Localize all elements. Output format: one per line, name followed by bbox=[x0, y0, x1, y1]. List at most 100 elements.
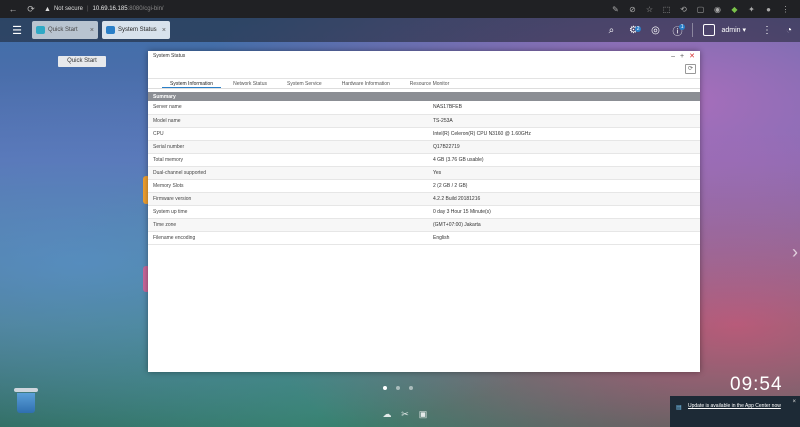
tab-quick-start[interactable]: Quick Start × bbox=[32, 21, 98, 39]
cloud-icon[interactable]: ☁ bbox=[378, 409, 396, 420]
page-dot[interactable] bbox=[409, 386, 413, 390]
row-label: Model name bbox=[148, 114, 428, 128]
table-row: Model name TS-253A bbox=[148, 114, 700, 128]
profile-icon[interactable]: ● bbox=[760, 5, 777, 14]
tab-system-service[interactable]: System Service bbox=[279, 79, 330, 88]
next-page-arrow-icon[interactable]: › bbox=[792, 242, 798, 263]
close-icon[interactable]: ✕ bbox=[689, 53, 695, 60]
display-icon[interactable]: ▣ bbox=[414, 409, 432, 420]
table-row: System up time 0 day 3 Hour 15 Minute(s) bbox=[148, 205, 700, 219]
system-status-window: System Status – + ✕ ⟳ System Information… bbox=[148, 51, 700, 372]
background-tasks-icon[interactable]: ⚙ 2 bbox=[622, 25, 644, 36]
window-titlebar[interactable]: System Status – + ✕ bbox=[148, 51, 700, 61]
reload-icon[interactable]: ⟳ bbox=[22, 4, 40, 15]
main-menu-icon[interactable]: ☰ bbox=[6, 24, 28, 37]
row-label: Time zone bbox=[148, 218, 428, 232]
pen-icon[interactable]: ✎ bbox=[607, 5, 624, 14]
back-icon[interactable]: ← bbox=[4, 4, 22, 14]
table-row: Firmware version 4.2.2 Build 20181216 bbox=[148, 192, 700, 206]
info-badge: 1 bbox=[678, 23, 686, 30]
more-options-icon[interactable]: ⋮ bbox=[756, 25, 778, 36]
copy-icon[interactable]: ▢ bbox=[692, 5, 709, 14]
info-icon[interactable]: ⓘ 1 bbox=[666, 23, 688, 38]
sync-icon[interactable]: ⟲ bbox=[675, 5, 692, 14]
user-menu[interactable]: admin ▾ bbox=[721, 26, 746, 34]
row-value: 2 (2 GB / 2 GB) bbox=[428, 179, 700, 193]
browser-menu-icon[interactable]: ⋮ bbox=[777, 5, 794, 14]
table-row: Memory Slots 2 (2 GB / 2 GB) bbox=[148, 179, 700, 193]
url-path: :8080/cgi-bin/ bbox=[127, 6, 164, 12]
tab-hardware-information[interactable]: Hardware Information bbox=[334, 79, 398, 88]
tab-system-information[interactable]: System Information bbox=[162, 79, 222, 88]
tab-system-status[interactable]: System Status × bbox=[102, 21, 170, 39]
system-status-app-icon bbox=[106, 26, 115, 34]
row-value: Q17B22719 bbox=[428, 140, 700, 154]
app-center-icon: ▤ bbox=[676, 405, 682, 411]
row-label: Memory Slots bbox=[148, 179, 428, 193]
section-header: Summary bbox=[148, 92, 700, 101]
shield-extension-icon[interactable]: ◆ bbox=[726, 5, 743, 14]
window-toolbar: ⟳ bbox=[148, 61, 700, 79]
quick-start-app-icon bbox=[36, 26, 45, 34]
table-row: Server name NAS17BFEB bbox=[148, 101, 700, 115]
close-icon[interactable]: × bbox=[162, 27, 166, 34]
bookmark-star-icon[interactable]: ☆ bbox=[641, 5, 658, 14]
row-value: Yes bbox=[428, 166, 700, 180]
row-label: Server name bbox=[148, 101, 428, 115]
url-host: 10.69.16.185 bbox=[92, 6, 128, 12]
system-info-table: Server name NAS17BFEB Model name TS-253A CPU… bbox=[148, 101, 700, 245]
address-bar[interactable]: ▲ Not secure | 10.69.16.185 :8080/cgi-bi… bbox=[44, 6, 164, 13]
table-row: Filename encoding English bbox=[148, 231, 700, 245]
row-value: NAS17BFEB bbox=[428, 101, 700, 115]
desktop-clock: 09:54 bbox=[730, 374, 783, 395]
table-row: CPU Intel(R) Celeron(R) CPU N3160 @ 1.60G… bbox=[148, 127, 700, 141]
update-link[interactable]: Update is available in the App Center no… bbox=[688, 403, 781, 409]
puzzle-icon[interactable]: ✦ bbox=[743, 5, 760, 14]
desktop-page-indicator bbox=[383, 386, 422, 390]
update-notification[interactable]: ▤ Update is available in the App Center … bbox=[670, 396, 800, 427]
user-icon[interactable] bbox=[703, 24, 716, 36]
table-row: Total memory 4 GB (3.76 GB usable) bbox=[148, 153, 700, 167]
row-label: Serial number bbox=[148, 140, 428, 154]
page-dot[interactable] bbox=[396, 386, 400, 390]
row-value: 0 day 3 Hour 15 Minute(s) bbox=[428, 205, 700, 219]
row-value: 4.2.2 Build 20181216 bbox=[428, 192, 700, 206]
close-icon[interactable]: × bbox=[90, 27, 94, 34]
row-value: (GMT+07:00) Jakarta bbox=[428, 218, 700, 232]
warning-icon: ▲ bbox=[44, 5, 51, 13]
row-label: Firmware version bbox=[148, 192, 428, 206]
minimize-icon[interactable]: – bbox=[671, 53, 675, 60]
row-value: 4 GB (3.76 GB usable) bbox=[428, 153, 700, 167]
recycle-bin-icon[interactable] bbox=[14, 388, 38, 415]
row-label: Dual-channel supported bbox=[148, 166, 428, 180]
row-label: System up time bbox=[148, 205, 428, 219]
row-label: CPU bbox=[148, 127, 428, 141]
tab-resource-monitor[interactable]: Resource Monitor bbox=[402, 79, 457, 88]
tab-label: Quick Start bbox=[48, 27, 78, 33]
browser-toolbar: ← ⟳ ▲ Not secure | 10.69.16.185 :8080/cg… bbox=[0, 0, 800, 18]
notification-badge: 2 bbox=[634, 25, 642, 32]
search-icon[interactable]: ⌕ bbox=[600, 25, 622, 36]
row-label: Total memory bbox=[148, 153, 428, 167]
quick-start-button[interactable]: Quick Start bbox=[58, 56, 106, 67]
hide-icon[interactable]: ⊘ bbox=[624, 5, 641, 14]
table-row: Serial number Q17B22719 bbox=[148, 140, 700, 154]
dashboard-icon[interactable]: ◔ bbox=[778, 25, 800, 36]
tab-network-status[interactable]: Network Status bbox=[225, 79, 275, 88]
maximize-icon[interactable]: + bbox=[680, 53, 684, 60]
close-icon[interactable]: × bbox=[792, 399, 796, 405]
row-label: Filename encoding bbox=[148, 231, 428, 245]
row-value: TS-253A bbox=[428, 114, 700, 128]
camera-icon[interactable]: ◉ bbox=[709, 5, 726, 14]
event-notification-icon[interactable]: ◎ bbox=[644, 25, 666, 36]
extension-icon[interactable]: ⬚ bbox=[658, 5, 675, 14]
page-dot[interactable] bbox=[383, 386, 387, 390]
refresh-icon[interactable]: ⟳ bbox=[685, 64, 696, 74]
taskbar-right: ⌕ ⚙ 2 ◎ ⓘ 1 admin ▾ ⋮ ◔ bbox=[600, 18, 800, 42]
subtab-bar: System Information Network Status System… bbox=[148, 79, 700, 89]
row-value: Intel(R) Celeron(R) CPU N3160 @ 1.60GHz bbox=[428, 127, 700, 141]
tools-icon[interactable]: ✂ bbox=[396, 409, 414, 420]
taskbar: ☰ Quick Start × System Status × ⌕ ⚙ 2 ◎ ⓘ… bbox=[0, 18, 800, 42]
tab-label: System Status bbox=[118, 27, 157, 33]
table-row: Time zone (GMT+07:00) Jakarta bbox=[148, 218, 700, 232]
